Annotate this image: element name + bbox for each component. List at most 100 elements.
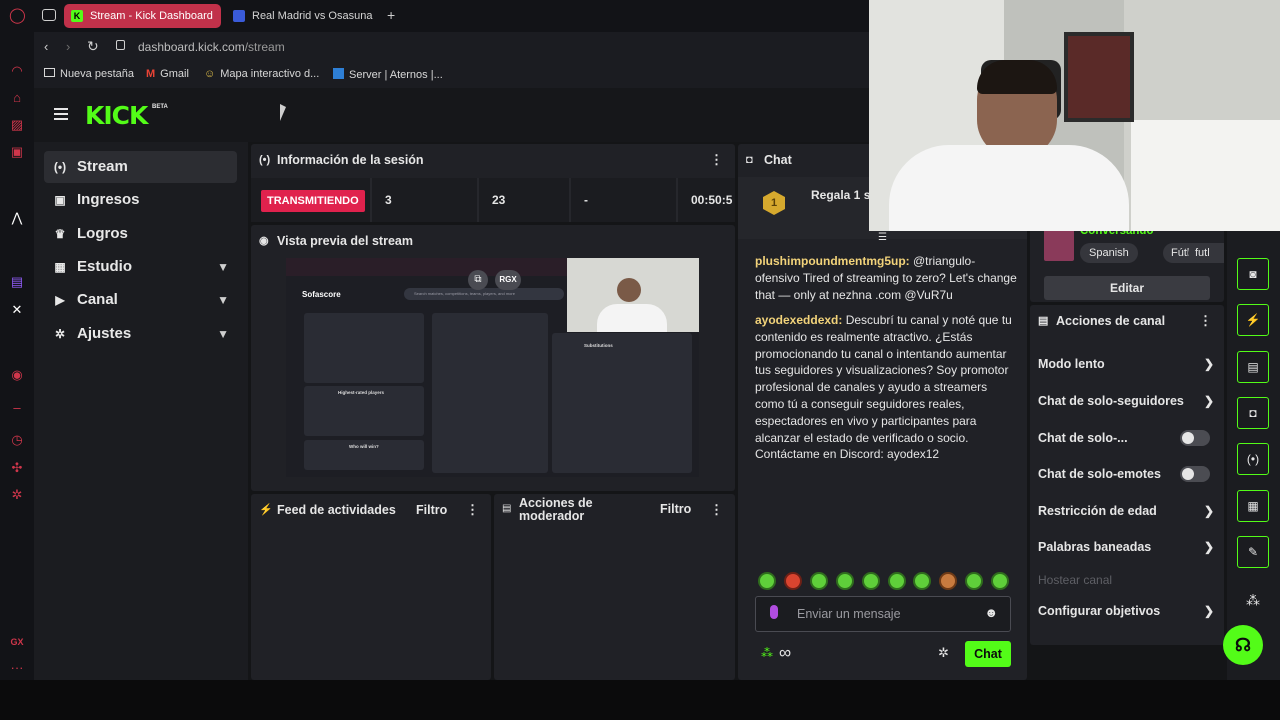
nav-item-ajustes[interactable]: ✲ Ajustes ▼ [44,318,237,350]
bookmark-nueva-pestana[interactable]: Nueva pestaña [44,68,134,80]
emote-icon[interactable] [939,572,957,590]
emote-icon[interactable] [991,572,1009,590]
bookmark-aternos[interactable]: Server | Aternos |... [333,68,443,81]
aria-icon[interactable]: ◠ [9,63,25,79]
twitch-icon[interactable]: ▤ [9,274,25,290]
banned-words-row[interactable]: Palabras baneadas ❯ [1030,534,1218,560]
category-thumbnail[interactable] [1044,229,1074,261]
player-icon[interactable]: ◉ [9,367,25,383]
kick-logo[interactable]: KICK [85,101,148,130]
clip-icon[interactable]: ◙ [1237,258,1269,290]
emoji-icon[interactable]: ☻ [984,605,998,620]
chat-settings-icon[interactable]: ✲ [938,645,949,661]
x-twitter-icon[interactable]: ✕ [9,302,25,318]
pinned-text: Regala 1 su [811,188,878,202]
preview-overlay-label[interactable]: RGX [495,270,521,290]
tab-kick-dashboard[interactable]: K Stream - Kick Dashboard [64,4,221,28]
tab-label: Real Madrid vs Osasuna li [252,10,376,22]
document-icon: ▤ [502,503,512,514]
lightning-icon[interactable]: ⚡ [1237,304,1269,336]
bookmark-label: Gmail [160,68,189,80]
webcam-person-hair [977,60,1057,94]
chat-input-placeholder: Enviar un mensaje [797,607,901,621]
emote-icon[interactable] [758,572,776,590]
chevron-right-icon: ❯ [1203,540,1214,554]
edit-button[interactable]: Editar [1044,276,1210,300]
sidebar-more-icon[interactable]: ··· [9,660,25,676]
wrench-icon[interactable]: ✎ [1237,536,1269,568]
bookmark-mapa[interactable]: ☺ Mapa interactivo d... [204,68,319,80]
history-icon[interactable]: ◷ [9,432,25,448]
kick-sidebar-icon[interactable]: ⋀ [9,210,25,226]
nav-item-estudio[interactable]: ▦ Estudio ▼ [44,251,237,283]
points-icon[interactable]: ⁂ [761,646,773,660]
more-options-icon[interactable]: ⋮ [1199,305,1212,337]
stream-preview-video[interactable]: Sofascore Search matches, competitions, … [286,258,699,477]
broadcast-icon[interactable]: (•) [1237,443,1269,475]
drag-handle-icon[interactable]: ☰ [878,232,887,243]
apps-icon[interactable]: ⁂ [1246,592,1260,609]
extensions-icon[interactable]: ✣ [9,460,25,476]
nav-item-canal[interactable]: ▶ Canal ▼ [44,284,237,316]
age-restriction-row[interactable]: Restricción de edad ❯ [1030,498,1218,524]
preview-label: Highest-rated players [338,390,385,395]
tab-sofascore[interactable]: Real Madrid vs Osasuna li [226,4,376,28]
gx-corner-icon[interactable]: ▨ [9,117,25,133]
more-options-icon[interactable]: ⋮ [466,494,479,526]
bookmark-gmail[interactable]: M Gmail [146,68,189,80]
preview-overlay-icon[interactable]: ⧉ [468,270,488,290]
lightning-icon: ⚡ [259,504,273,516]
nav-item-ingresos[interactable]: ▣ Ingresos [44,184,237,216]
emote-icon[interactable] [836,572,854,590]
emote-icon[interactable] [810,572,828,590]
more-options-icon[interactable]: ⋮ [710,502,723,518]
emotes-only-toggle[interactable] [1180,466,1210,482]
nav-item-stream[interactable]: (•) Stream [44,151,237,183]
shopping-icon[interactable]: ⌂ [9,90,25,106]
send-chat-button[interactable]: Chat [965,641,1011,667]
tag[interactable]: futl [1188,243,1224,263]
slow-mode-row[interactable]: Modo lento ❯ [1030,351,1218,377]
emote-icon[interactable] [862,572,880,590]
channel-actions-panel: ▤ Acciones de canal ⋮ Modo lento ❯ Chat de … [1030,305,1224,645]
set-goals-row[interactable]: Configurar objetivos ❯ [1030,598,1218,624]
url-field[interactable]: dashboard.kick.com/stream [138,40,285,54]
microphone-icon[interactable] [770,605,778,619]
music-icon[interactable]: ▣ [9,144,25,160]
chat-input[interactable]: Enviar un mensaje ☻ [755,596,1011,632]
subscribers-only-row: Chat de solo-... [1030,425,1218,451]
tag[interactable]: Spanish [1080,243,1138,263]
reload-icon[interactable]: ↻ [87,38,99,55]
chat-message: plushimpoundmentmg5up: @triangulo-ofensi… [755,253,1017,303]
row-label: Hostear canal [1038,573,1113,587]
opera-logo-icon[interactable]: ◯ [9,8,26,24]
chat-popout-icon[interactable]: ◘ [1237,397,1269,429]
notes-icon[interactable]: ▤ [1237,351,1269,383]
followers-only-row[interactable]: Chat de solo-seguidores ❯ [1030,388,1218,414]
support-headset-icon[interactable]: ☊ [1223,625,1263,665]
layout-icon[interactable]: ▦ [1237,490,1269,522]
forward-icon[interactable]: › [66,39,70,54]
stat-subs: - [584,193,588,207]
stat-uptime: 00:50:5 [691,193,733,207]
settings-icon[interactable]: ✲ [9,487,25,503]
filter-button[interactable]: Filtro [660,502,691,516]
emote-icon[interactable] [784,572,802,590]
beta-badge: BETA [152,104,168,110]
more-options-icon[interactable]: ⋮ [710,144,723,176]
trophy-icon: ♛ [54,227,66,241]
emote-icon[interactable] [888,572,906,590]
back-icon[interactable]: ‹ [44,39,48,54]
map-icon: ☺ [204,68,216,80]
workspaces-icon[interactable] [42,9,56,21]
emote-icon[interactable] [965,572,983,590]
subscribers-only-toggle[interactable] [1180,430,1210,446]
filter-button[interactable]: Filtro [416,494,447,526]
session-info-header: (•) Información de la sesión ⋮ [251,144,735,176]
chat-username[interactable]: plushimpoundmentmg5up: [755,254,910,268]
emote-icon[interactable] [913,572,931,590]
new-tab-button[interactable]: + [387,7,395,23]
chat-username[interactable]: ayodexeddexd: [755,313,842,327]
hamburger-menu-icon[interactable] [54,108,68,110]
nav-item-logros[interactable]: ♛ Logros [44,218,237,250]
